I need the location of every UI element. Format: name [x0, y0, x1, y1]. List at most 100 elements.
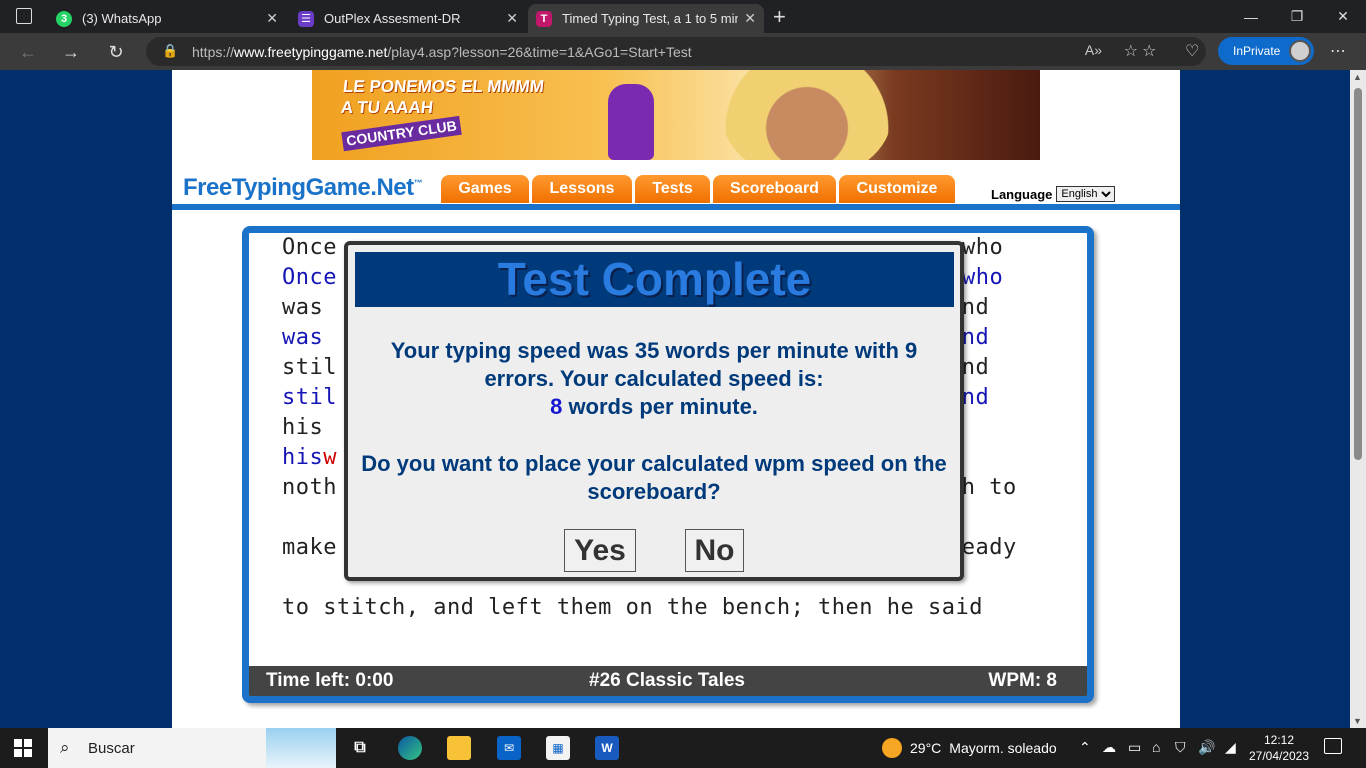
scroll-up-icon[interactable]: ▲ [1353, 72, 1362, 82]
forward-icon[interactable]: → [58, 39, 84, 65]
result-line-1: Your typing speed was 35 words per minut… [348, 337, 960, 365]
back-icon[interactable]: ← [15, 39, 41, 65]
site-logo[interactable]: FreeTypingGame.Net™ [183, 174, 423, 202]
avatar [1289, 40, 1311, 62]
scroll-thumb[interactable] [1354, 88, 1362, 460]
tab-actions-icon[interactable] [16, 8, 32, 24]
tab-title: (3) WhatsApp [82, 11, 162, 26]
raw-speed: 35 [634, 338, 660, 363]
more-options-icon[interactable]: ⋯ [1330, 41, 1346, 61]
language-label: Language [991, 186, 1053, 202]
file-explorer-icon[interactable] [447, 736, 471, 760]
test-complete-dialog: Test Complete Your typing speed was 35 w… [344, 241, 964, 581]
weather-widget[interactable]: 29°C Mayorm. soleado [882, 738, 1057, 758]
ad-line-2: A TU AAAH [339, 98, 435, 117]
add-favorite-icon[interactable]: ☆ [1124, 41, 1138, 61]
wifi-icon[interactable]: ◢ [1225, 739, 1236, 756]
volume-icon[interactable]: 🔊 [1198, 739, 1215, 756]
nav-lessons[interactable]: Lessons [532, 175, 632, 203]
clock-date: 27/04/2023 [1248, 749, 1310, 763]
minimize-icon[interactable]: — [1228, 0, 1274, 33]
page-scrollbar[interactable]: ▲ ▼ [1350, 70, 1366, 728]
typed-left: Once [282, 265, 337, 290]
notifications-icon[interactable] [1324, 738, 1342, 754]
text-line: to stitch, and left them on the bench; t… [282, 595, 983, 620]
forms-icon: ☰ [298, 10, 314, 27]
msg-text: words per minute with [659, 338, 905, 363]
task-view-icon[interactable]: ⧉ [348, 736, 372, 760]
text-line: his [282, 415, 337, 440]
typed-left: his [282, 445, 324, 470]
nav-scoreboard[interactable]: Scoreboard [713, 175, 836, 203]
text-left: was [282, 295, 337, 320]
close-tab-icon[interactable]: ✕ [266, 10, 278, 27]
nav-games[interactable]: Games [441, 175, 529, 203]
refresh-icon[interactable]: ↻ [103, 39, 129, 65]
windows-taskbar: ⌕ Buscar ⧉ ✉ ▦ W 29°C Mayorm. soleado ⌃ … [0, 728, 1366, 768]
url-prefix: https:// [192, 43, 235, 60]
close-window-icon[interactable]: ✕ [1320, 0, 1366, 33]
text-left: Once [282, 235, 337, 260]
battery-icon[interactable]: ▭ [1128, 739, 1141, 756]
site-logo-text: FreeTypingGame.Net [183, 174, 414, 201]
status-bar: Time left: 0:00 #26 Classic Tales WPM: 8 [249, 666, 1087, 696]
store-icon[interactable]: ▦ [546, 736, 570, 760]
nav-customize[interactable]: Customize [839, 175, 955, 203]
advertisement-banner[interactable]: LE PONEMOS EL MMMM A TU AAAH COUNTRY CLU… [312, 70, 1040, 160]
lock-icon[interactable]: 🔒 [162, 43, 178, 59]
close-tab-icon[interactable]: ✕ [744, 10, 756, 27]
favorites-icon[interactable]: ☆ [1142, 41, 1156, 61]
weather-desc: Mayorm. soleado [949, 740, 1057, 756]
text-line: Once who [282, 235, 1003, 260]
show-hidden-icons[interactable]: ⌃ [1079, 739, 1091, 756]
calculated-speed: 8 [550, 394, 563, 419]
tab-outplex[interactable]: ☰ OutPlex Assesment-DR ✕ [290, 4, 526, 33]
tab-typing-test[interactable]: T Timed Typing Test, a 1 to 5 minut ✕ [528, 4, 764, 33]
dialog-header: Test Complete [355, 252, 954, 307]
language-selector: Language English [991, 186, 1116, 202]
typed-left: stil [282, 385, 337, 410]
trademark: ™ [413, 178, 423, 188]
browser-tab-bar: 3 (3) WhatsApp ✕ ☰ OutPlex Assesment-DR … [0, 0, 1366, 33]
typed-line: hisw [282, 445, 337, 470]
result-line-3: 8 words per minute. [348, 393, 960, 421]
new-tab-icon[interactable]: + [773, 4, 786, 30]
browser-essentials-icon[interactable]: ♡ [1185, 41, 1199, 61]
taskbar-search[interactable]: ⌕ Buscar [48, 728, 336, 768]
restore-icon[interactable]: ❐ [1274, 0, 1320, 33]
text-left: to stitch, and left them on the bench; t… [282, 595, 984, 620]
tab-title: Timed Typing Test, a 1 to 5 minut [562, 11, 738, 26]
yes-button[interactable]: Yes [564, 529, 636, 572]
result-line-2: errors. Your calculated speed is: [484, 366, 824, 391]
network-icon[interactable]: ⌂ [1152, 739, 1160, 755]
text-right: who [962, 235, 1004, 260]
wpm-readout: WPM: 8 [988, 670, 1057, 691]
ad-bottle-image [608, 84, 654, 160]
read-aloud-icon[interactable]: A» [1085, 42, 1102, 58]
weather-temp: 29°C [910, 740, 942, 756]
edge-icon[interactable] [398, 736, 422, 760]
error-count: 9 [905, 338, 918, 363]
mail-icon[interactable]: ✉ [497, 736, 521, 760]
inprivate-label: InPrivate [1233, 44, 1281, 58]
tab-whatsapp[interactable]: 3 (3) WhatsApp ✕ [48, 4, 286, 33]
text-line: make ready [282, 535, 1016, 560]
text-line: was and [282, 295, 989, 320]
clock-time: 12:12 [1263, 733, 1295, 747]
security-icon[interactable]: ⛉ [1175, 739, 1186, 756]
text-line: noth gh to [282, 475, 1016, 500]
scroll-down-icon[interactable]: ▼ [1353, 716, 1362, 726]
start-button[interactable] [14, 739, 32, 757]
tab-title: OutPlex Assesment-DR [324, 11, 461, 26]
onedrive-icon[interactable]: ☁ [1102, 739, 1116, 756]
word-icon[interactable]: W [595, 736, 619, 760]
close-tab-icon[interactable]: ✕ [506, 10, 518, 27]
no-button[interactable]: No [685, 529, 744, 572]
scoreboard-question: Do you want to place your calculated wpm… [361, 451, 947, 504]
weather-icon [882, 738, 902, 758]
inprivate-button[interactable]: InPrivate [1218, 37, 1314, 65]
language-select[interactable]: English [1056, 186, 1116, 202]
url-field[interactable]: 🔒 https://www.freetypinggame.net/play4.a… [146, 37, 1206, 66]
nav-tests[interactable]: Tests [635, 175, 710, 203]
system-clock[interactable]: 12:12 27/04/2023 [1248, 732, 1310, 764]
